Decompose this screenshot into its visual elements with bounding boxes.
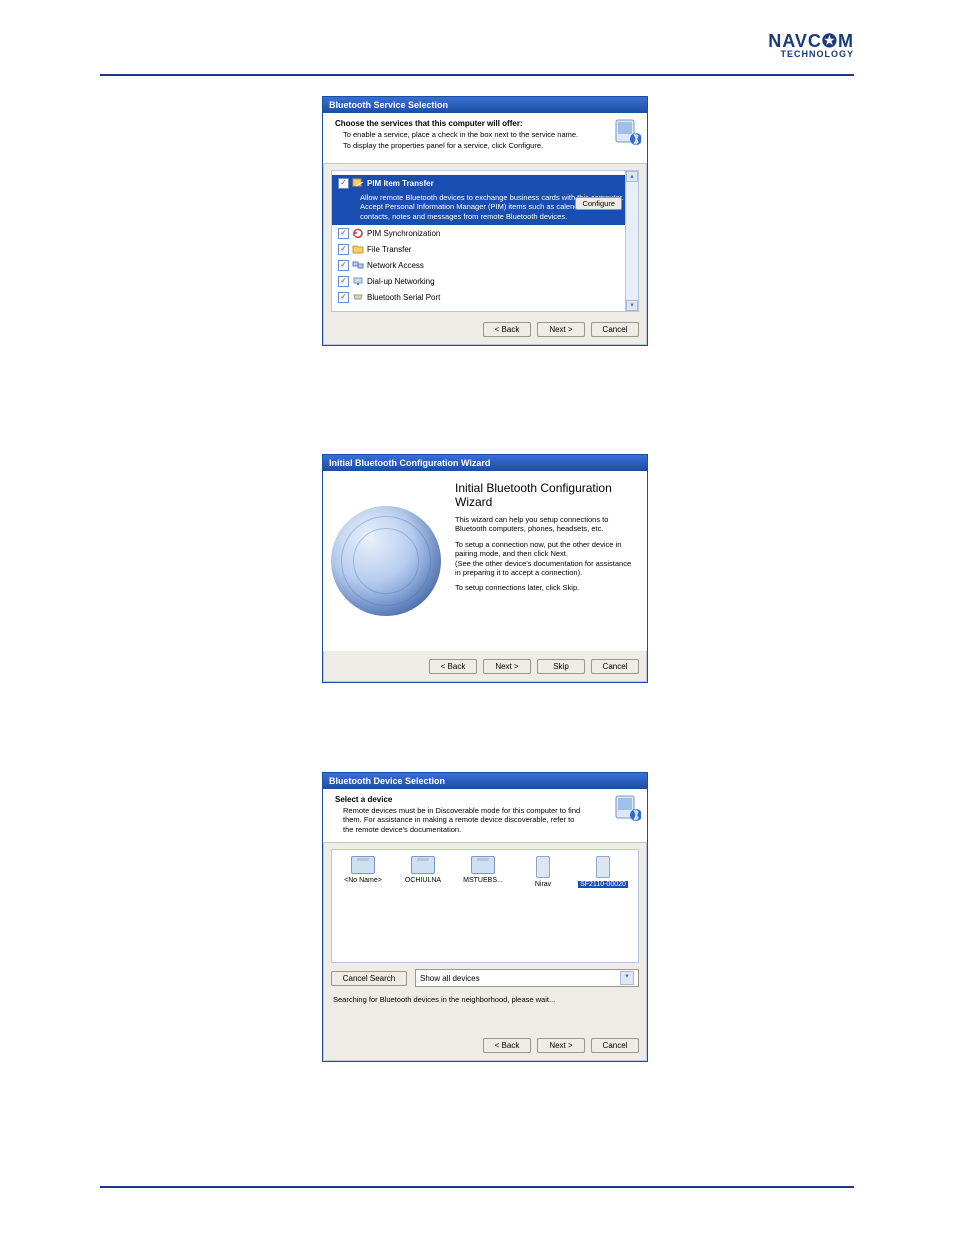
dialog-header: Select a device Remote devices must be i… xyxy=(323,789,647,843)
next-button[interactable]: Next > xyxy=(537,322,585,337)
device-item[interactable]: MSTUEBS... xyxy=(458,856,508,956)
search-status: Searching for Bluetooth devices in the n… xyxy=(323,987,647,1004)
back-button[interactable]: < Back xyxy=(483,1038,531,1053)
service-row-serial-port[interactable]: ✓ Bluetooth Serial Port xyxy=(332,289,638,305)
network-icon xyxy=(352,259,364,271)
service-row-dialup[interactable]: ✓ Dial-up Networking xyxy=(332,273,638,289)
folder-icon xyxy=(352,243,364,255)
checkbox-icon[interactable]: ✓ xyxy=(338,178,349,189)
service-label: Network Access xyxy=(367,261,424,270)
brand-logo: NAVC✪M TECHNOLOGY xyxy=(768,34,854,59)
cancel-button[interactable]: Cancel xyxy=(591,322,639,337)
dialog-titlebar[interactable]: Initial Bluetooth Configuration Wizard xyxy=(323,455,647,471)
service-label: Dial-up Networking xyxy=(367,277,435,286)
header-rule xyxy=(100,74,854,76)
scroll-up-icon[interactable]: ▴ xyxy=(626,171,638,182)
service-row-network-access[interactable]: ✓ Network Access xyxy=(332,257,638,273)
dialog-header: Choose the services that this computer w… xyxy=(323,113,647,164)
service-label: File Transfer xyxy=(367,245,411,254)
checkbox-icon[interactable]: ✓ xyxy=(338,292,349,303)
globe-icon xyxy=(331,506,441,616)
device-label: SF2110-00020 xyxy=(578,881,628,888)
device-filter-row: Cancel Search Show all devices ▾ xyxy=(331,969,639,987)
dialog-body: Initial Bluetooth Configuration Wizard T… xyxy=(323,471,647,651)
configure-button[interactable]: Configure xyxy=(575,197,622,210)
next-button[interactable]: Next > xyxy=(483,659,531,674)
scroll-down-icon[interactable]: ▾ xyxy=(626,300,638,311)
dialog-button-row: < Back Next > Cancel xyxy=(323,1030,647,1061)
dialog-subtext-2: To display the properties panel for a se… xyxy=(343,141,583,150)
computer-icon xyxy=(411,856,435,874)
computer-icon xyxy=(471,856,495,874)
service-label: PIM Synchronization xyxy=(367,229,440,238)
back-button[interactable]: < Back xyxy=(483,322,531,337)
skip-button[interactable]: Skip xyxy=(537,659,585,674)
service-label: PIM Item Transfer xyxy=(367,179,434,188)
brand-logo-main: NAVC✪M xyxy=(768,34,854,49)
checkbox-icon[interactable]: ✓ xyxy=(338,260,349,271)
service-row-pim-sync[interactable]: ✓ PIM Synchronization xyxy=(332,225,638,241)
device-list: <No Name> OCHIULNA MSTUEBS... Nirav SF21… xyxy=(331,849,639,963)
wizard-paragraph-1: This wizard can help you setup connectio… xyxy=(455,515,637,534)
dialog-heading: Choose the services that this computer w… xyxy=(335,119,639,128)
wizard-paragraph-2: To setup a connection now, put the other… xyxy=(455,540,637,578)
wizard-paragraph-3: To setup connections later, click Skip. xyxy=(455,583,637,592)
scrollbar[interactable]: ▴ ▾ xyxy=(625,171,638,311)
dialog-subtext: Remote devices must be in Discoverable m… xyxy=(343,806,583,834)
device-item[interactable]: OCHIULNA xyxy=(398,856,448,956)
service-row-pim-item-transfer[interactable]: ✓ PIM Item Transfer xyxy=(332,175,638,191)
checkbox-icon[interactable]: ✓ xyxy=(338,244,349,255)
service-label: Bluetooth Serial Port xyxy=(367,293,440,302)
initial-bluetooth-config-wizard-dialog: Initial Bluetooth Configuration Wizard I… xyxy=(322,454,648,683)
pim-transfer-icon xyxy=(352,177,364,189)
checkbox-icon[interactable]: ✓ xyxy=(338,276,349,287)
back-button[interactable]: < Back xyxy=(429,659,477,674)
serial-port-icon xyxy=(352,291,364,303)
dialog-button-row: < Back Next > Cancel xyxy=(323,314,647,345)
bluetooth-device-selection-dialog: Bluetooth Device Selection Select a devi… xyxy=(322,772,648,1062)
device-label: Nirav xyxy=(535,881,551,888)
dialog-titlebar[interactable]: Bluetooth Service Selection xyxy=(323,97,647,113)
next-button[interactable]: Next > xyxy=(537,1038,585,1053)
brand-logo-sub: TECHNOLOGY xyxy=(768,49,854,59)
service-row-file-transfer[interactable]: ✓ File Transfer xyxy=(332,241,638,257)
bluetooth-icon xyxy=(615,117,641,149)
device-item[interactable]: <No Name> xyxy=(338,856,388,956)
device-item-selected[interactable]: SF2110-00020 xyxy=(578,856,628,956)
device-label: <No Name> xyxy=(344,877,382,884)
dialog-subtext-1: To enable a service, place a check in th… xyxy=(343,130,583,139)
dialog-titlebar[interactable]: Bluetooth Device Selection xyxy=(323,773,647,789)
wizard-sidebar-image xyxy=(323,471,449,651)
cancel-button[interactable]: Cancel xyxy=(591,659,639,674)
pda-icon xyxy=(536,856,550,878)
device-item[interactable]: Nirav xyxy=(518,856,568,956)
wizard-heading: Initial Bluetooth Configuration Wizard xyxy=(455,481,637,509)
device-label: OCHIULNA xyxy=(405,877,441,884)
device-label: MSTUEBS... xyxy=(463,877,503,884)
cancel-search-button[interactable]: Cancel Search xyxy=(331,971,407,986)
chevron-down-icon[interactable]: ▾ xyxy=(620,971,634,985)
bluetooth-icon xyxy=(615,793,641,825)
bluetooth-service-selection-dialog: Bluetooth Service Selection Choose the s… xyxy=(322,96,648,346)
device-filter-select[interactable]: Show all devices ▾ xyxy=(415,969,639,987)
service-list: ✓ PIM Item Transfer Allow remote Bluetoo… xyxy=(331,170,639,312)
cancel-button[interactable]: Cancel xyxy=(591,1038,639,1053)
pda-icon xyxy=(596,856,610,878)
device-filter-value: Show all devices xyxy=(420,974,480,983)
checkbox-icon[interactable]: ✓ xyxy=(338,228,349,239)
pim-sync-icon xyxy=(352,227,364,239)
wizard-text-panel: Initial Bluetooth Configuration Wizard T… xyxy=(449,471,647,651)
service-description: Allow remote Bluetooth devices to exchan… xyxy=(332,191,638,225)
dialup-icon xyxy=(352,275,364,287)
footer-rule xyxy=(100,1186,854,1188)
dialog-button-row: < Back Next > Skip Cancel xyxy=(323,651,647,682)
computer-icon xyxy=(351,856,375,874)
dialog-heading: Select a device xyxy=(335,795,639,804)
